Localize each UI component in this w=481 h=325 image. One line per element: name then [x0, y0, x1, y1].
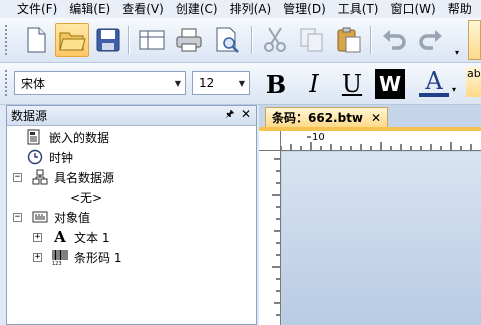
ruler-ticks-left	[272, 158, 280, 316]
tree-item-label: <无>	[70, 190, 103, 205]
chevron-down-icon[interactable]: ▼	[235, 72, 249, 94]
expand-icon[interactable]: +	[33, 232, 42, 242]
tree-item-object-values[interactable]: − 对象值	[13, 208, 90, 226]
undo-button[interactable]	[377, 23, 411, 57]
font-color-dropdown-icon[interactable]: ▾	[452, 85, 456, 94]
text-object-icon: A	[54, 228, 66, 246]
print-preview-icon	[216, 27, 239, 53]
print-icon	[176, 28, 202, 52]
vertical-ruler	[259, 151, 281, 325]
tree-item-label: 文本 1	[74, 230, 110, 245]
font-color-button[interactable]: A	[419, 67, 449, 97]
collapse-icon[interactable]: −	[13, 212, 22, 222]
redo-button[interactable]	[414, 23, 448, 57]
cut-button[interactable]	[258, 23, 292, 57]
tree-item-barcode-1[interactable]: + 123 条形码 1	[33, 248, 121, 266]
paste-button[interactable]	[332, 23, 366, 57]
format-toolbar-grip[interactable]	[4, 69, 8, 98]
barcode-object-icon: 123	[52, 249, 68, 265]
tree-item-named-datasources[interactable]: − 具名数据源	[13, 168, 114, 186]
page-setup-button[interactable]	[135, 23, 169, 57]
menu-view[interactable]: 查看(V)	[122, 1, 170, 17]
tree-item-label: 嵌入的数据	[49, 130, 110, 145]
print-button[interactable]	[172, 23, 206, 57]
tree-item-label: 时钟	[49, 150, 74, 165]
copy-button[interactable]	[295, 23, 329, 57]
tree-item-label: 具名数据源	[54, 170, 115, 185]
wordwrap-button[interactable]: W	[375, 69, 405, 99]
panel-title: 数据源	[11, 109, 48, 123]
font-name-combo[interactable]: 宋体 ▼	[14, 71, 186, 95]
page-setup-icon	[139, 30, 165, 50]
cut-icon	[264, 27, 286, 52]
document-tab-label: 条码：662.btw	[272, 111, 364, 125]
format-toolbar: 宋体 ▼ 12 ▼ B I U W A ▾ ab	[0, 63, 481, 105]
open-folder-button[interactable]	[55, 23, 89, 57]
ruler-ticks-top	[281, 136, 472, 150]
horizontal-ruler: 10	[281, 131, 481, 151]
menu-edit[interactable]: 编辑(E)	[69, 1, 116, 17]
tree-item-text-1[interactable]: + A 文本 1	[33, 228, 109, 246]
copy-icon	[300, 28, 323, 52]
font-size-combo[interactable]: 12 ▼	[192, 71, 250, 95]
expand-icon[interactable]: +	[33, 252, 42, 262]
ruler-label: 10	[312, 132, 325, 143]
clock-icon	[27, 149, 43, 165]
save-icon	[96, 28, 120, 52]
toolbar-partial-button[interactable]	[468, 20, 481, 60]
close-tab-icon[interactable]: ✕	[371, 111, 381, 125]
new-document-button[interactable]	[19, 23, 53, 57]
print-preview-button[interactable]	[210, 23, 244, 57]
redo-icon	[419, 30, 442, 50]
ruler-corner	[259, 131, 281, 151]
embedded-data-icon	[27, 129, 43, 145]
menu-manage[interactable]: 管理(D)	[283, 1, 332, 17]
font-size-value: 12	[199, 76, 215, 90]
object-values-icon	[32, 209, 48, 225]
tree-item-clock[interactable]: 时钟	[27, 148, 73, 166]
close-icon[interactable]: ✕	[241, 107, 251, 121]
paste-icon	[337, 27, 361, 53]
tree-item-label: 对象值	[54, 210, 91, 225]
pin-icon[interactable]: 🖈	[225, 107, 234, 124]
highlight-button[interactable]: ab	[466, 67, 481, 97]
menu-tools[interactable]: 工具(T)	[338, 1, 385, 17]
italic-button[interactable]: I	[299, 69, 329, 99]
save-button[interactable]	[91, 23, 125, 57]
bold-button[interactable]: B	[261, 69, 291, 99]
open-folder-icon	[59, 32, 86, 51]
named-datasource-icon	[32, 169, 48, 185]
document-area: 条码：662.btw ✕ 10	[259, 105, 481, 325]
undo-icon	[383, 30, 406, 50]
font-name-value: 宋体	[21, 76, 46, 91]
menu-create[interactable]: 创建(C)	[176, 1, 224, 17]
label-canvas[interactable]	[282, 152, 481, 325]
standard-toolbar: ▾	[0, 18, 481, 63]
svg-text:123: 123	[52, 261, 62, 265]
chevron-down-icon[interactable]: ▼	[171, 72, 185, 94]
underline-button[interactable]: U	[337, 69, 367, 99]
panel-header: 数据源 🖈 ✕	[7, 106, 256, 126]
menu-window[interactable]: 窗口(W)	[390, 1, 441, 17]
tree-item-embedded-data[interactable]: 嵌入的数据	[27, 128, 109, 146]
new-document-icon	[27, 27, 46, 53]
datasource-panel: 数据源 🖈 ✕ 嵌入的数据 时钟 − 具名数据源 <无> − 对象值 + A 文…	[6, 105, 257, 325]
tree-item-label: 条形码 1	[74, 250, 122, 265]
document-tab[interactable]: 条码：662.btw ✕	[265, 107, 389, 127]
menu-help[interactable]: 帮助	[448, 1, 478, 17]
menu-file[interactable]: 文件(F)	[17, 1, 63, 17]
toolbar-overflow-icon[interactable]: ▾	[455, 48, 459, 57]
tree-item-none[interactable]: <无>	[70, 188, 102, 206]
toolbar-grip[interactable]	[4, 24, 8, 56]
menu-arrange[interactable]: 排列(A)	[230, 1, 278, 17]
collapse-icon[interactable]: −	[13, 172, 22, 182]
menu-bar: 文件(F) 编辑(E) 查看(V) 创建(C) 排列(A) 管理(D) 工具(T…	[0, 0, 481, 18]
